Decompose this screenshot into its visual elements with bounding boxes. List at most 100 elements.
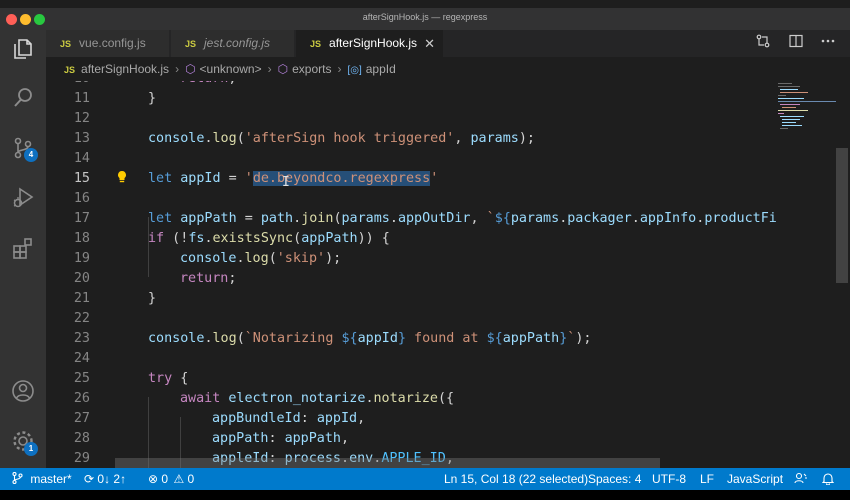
tab-after-sign-hook[interactable]: JS afterSignHook.js ✕ xyxy=(296,30,444,57)
sync-status[interactable]: ⟳ 0↓ 2↑ xyxy=(84,468,126,490)
code-line: 11} xyxy=(46,89,776,109)
code-line: 12 xyxy=(46,109,776,129)
breadcrumb: JS afterSignHook.js › ⬡ <unknown> › ⬡ exports ›[… xyxy=(46,57,850,81)
warning-icon: ⚠ xyxy=(173,472,185,486)
line-number: 29 xyxy=(73,451,90,466)
sync-label: 0↓ 2↑ xyxy=(97,472,127,486)
line-number: 27 xyxy=(73,411,90,426)
breadcrumb-separator: › xyxy=(175,62,180,76)
editor-actions xyxy=(745,34,838,54)
line-number: 25 xyxy=(73,371,90,386)
line-code: appBundleId: appId, xyxy=(212,411,366,426)
horizontal-scrollbar[interactable] xyxy=(115,458,660,468)
notifications-bell-icon[interactable] xyxy=(821,468,835,490)
lightbulb-icon[interactable] xyxy=(116,170,128,187)
source-control-badge: 4 xyxy=(24,148,38,162)
minimap[interactable] xyxy=(776,81,836,468)
js-file-icon: JS xyxy=(64,65,76,75)
line-code: } xyxy=(148,91,157,106)
split-editor-icon[interactable] xyxy=(786,34,806,54)
bottom-strip xyxy=(0,490,850,500)
extensions-icon[interactable] xyxy=(10,235,36,261)
line-number: 23 xyxy=(73,331,90,346)
branch-label: master* xyxy=(30,472,72,486)
line-code: if (!fs.existsSync(appPath)) { xyxy=(148,231,390,246)
indentation[interactable]: Spaces: 4 xyxy=(588,468,641,490)
vscode-window: afterSignHook.js — regexpress 4 1 JS vue.… xyxy=(0,0,850,500)
line-number: 19 xyxy=(73,251,90,266)
symbol-module-icon: ⬡ xyxy=(185,62,196,76)
window-title: afterSignHook.js — regexpress xyxy=(362,12,488,22)
branch-icon xyxy=(12,471,23,485)
line-number: 11 xyxy=(73,91,90,106)
files-icon[interactable] xyxy=(10,36,36,62)
cursor-position[interactable]: Ln 15, Col 18 (22 selected) xyxy=(444,468,588,490)
code-line: 22 xyxy=(46,309,776,329)
feedback-icon[interactable] xyxy=(794,468,807,490)
text-cursor: I xyxy=(282,175,290,190)
editor-tab-bar: JS vue.config.js JS jest.config.js JS after… xyxy=(46,30,850,57)
manage-badge: 1 xyxy=(24,442,38,456)
breadcrumb-unknown[interactable]: <unknown> xyxy=(200,62,262,76)
line-number: 21 xyxy=(73,291,90,306)
error-icon: ⊗ xyxy=(148,472,159,486)
tab-vue-config[interactable]: JS vue.config.js xyxy=(46,30,170,57)
code-line: 18 if (!fs.existsSync(appPath)) { xyxy=(46,229,776,249)
line-number: 26 xyxy=(73,391,90,406)
breadcrumb-separator: › xyxy=(337,62,342,76)
sync-icon: ⟳ xyxy=(84,472,95,486)
line-number: 20 xyxy=(73,271,90,286)
activity-bar: 4 1 xyxy=(0,30,46,468)
line-code: console.log('skip'); xyxy=(180,251,342,266)
tab-label: vue.config.js xyxy=(79,36,146,50)
vertical-scrollbar[interactable] xyxy=(836,148,848,283)
code-line: 24 xyxy=(46,349,776,369)
js-file-icon: JS xyxy=(185,39,197,49)
line-number: 12 xyxy=(73,111,90,126)
account-icon[interactable] xyxy=(10,378,36,404)
search-icon[interactable] xyxy=(10,85,36,111)
tab-label: afterSignHook.js xyxy=(329,36,418,50)
line-number: 15 xyxy=(73,171,90,186)
line-number: 14 xyxy=(73,151,90,166)
status-bar: master* ⟳ 0↓ 2↑ ⊗ 0 ⚠ 0 Ln 15, Col 18 (2… xyxy=(0,468,850,490)
line-code: return; xyxy=(180,271,237,286)
line-code: console.log(`Notarizing ${appId} found a… xyxy=(148,331,592,346)
close-icon[interactable]: ✕ xyxy=(424,30,435,57)
breadcrumb-appid[interactable]: appId xyxy=(366,62,396,76)
code-editor[interactable]: 10 return; 11} 12 13 console.log('afterSig… xyxy=(46,81,850,468)
line-code: appPath: appPath, xyxy=(212,431,350,446)
line-code: await electron_notarize.notarize({ xyxy=(180,391,455,406)
code-line: 15 let appId = 'de.beyondco.regexpress' xyxy=(46,169,776,189)
branch-status[interactable]: master* xyxy=(12,468,72,490)
code-line: 14 xyxy=(46,149,776,169)
more-actions-icon[interactable] xyxy=(818,34,838,54)
line-number: 16 xyxy=(73,191,90,206)
code-line: 26 await electron_notarize.notarize({ xyxy=(46,389,776,409)
code-line: 13 console.log('afterSign hook triggered'… xyxy=(46,129,776,149)
line-code: let appId = 'de.beyondco.regexpress' xyxy=(148,171,439,186)
line-number: 13 xyxy=(73,131,90,146)
code-line: 27 appBundleId: appId, xyxy=(46,409,776,429)
code-line: 16 xyxy=(46,189,776,209)
line-number: 17 xyxy=(73,211,90,226)
line-number: 24 xyxy=(73,351,90,366)
breadcrumb-file[interactable]: afterSignHook.js xyxy=(81,62,169,76)
line-code: return; xyxy=(180,81,236,89)
line-code: let appPath = path.join(params.appOutDir… xyxy=(148,211,777,226)
tab-label: jest.config.js xyxy=(204,36,271,50)
breadcrumb-exports[interactable]: exports xyxy=(292,62,331,76)
line-number: 22 xyxy=(73,311,90,326)
run-debug-icon[interactable] xyxy=(10,185,36,211)
line-code: console.log('afterSign hook triggered', … xyxy=(148,131,535,146)
language-mode[interactable]: JavaScript xyxy=(727,468,783,490)
problems-status[interactable]: ⊗ 0 ⚠ 0 xyxy=(148,468,194,490)
code-line: 20 return; xyxy=(46,269,776,289)
tab-jest-config[interactable]: JS jest.config.js xyxy=(171,30,295,57)
compare-changes-icon[interactable] xyxy=(753,34,773,54)
encoding[interactable]: UTF-8 xyxy=(652,468,686,490)
code-line: 10 return; xyxy=(46,81,776,89)
line-code: } xyxy=(148,291,157,306)
title-bar: afterSignHook.js — regexpress xyxy=(0,8,850,30)
end-of-line[interactable]: LF xyxy=(700,468,714,490)
